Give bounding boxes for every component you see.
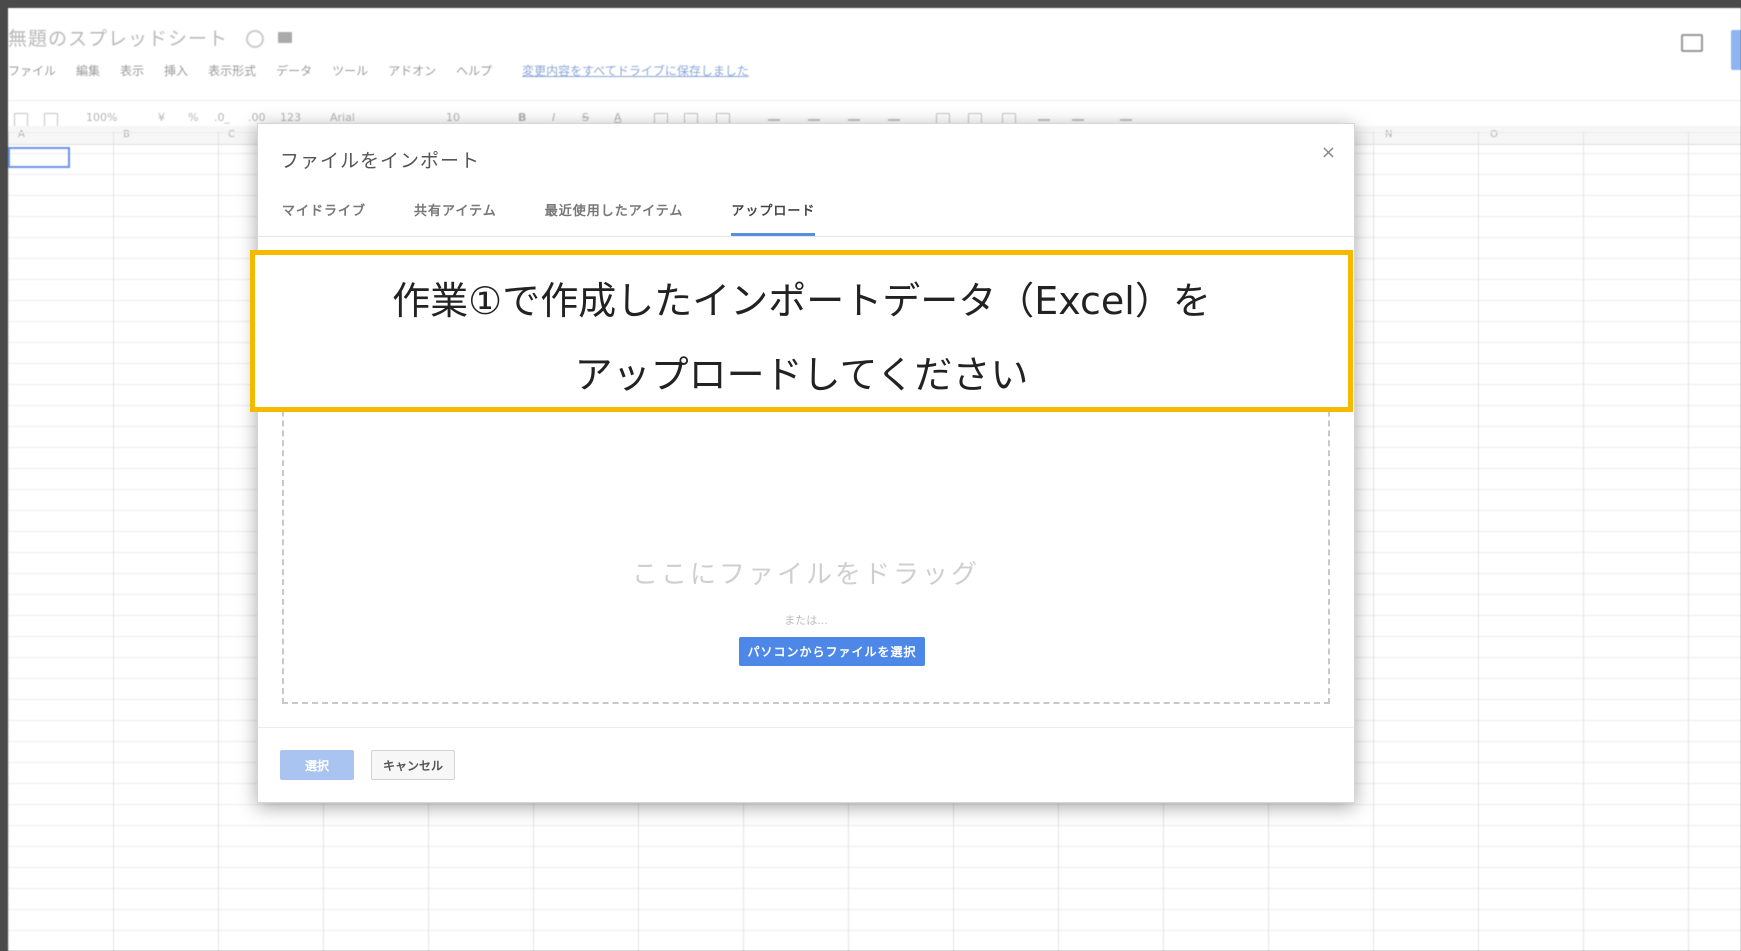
input-tools-icon[interactable] [1120, 119, 1132, 121]
text-rotation-icon[interactable] [888, 119, 900, 121]
menu-data[interactable]: データ [276, 62, 312, 82]
or-text: または... [784, 614, 828, 627]
folder-icon[interactable] [278, 32, 292, 43]
print-icon[interactable] [14, 113, 28, 127]
tab-my-drive[interactable]: マイドライブ [282, 200, 366, 236]
instruction-callout: 作業①で作成したインポートデータ（Excel）を アップロードしてください [250, 250, 1353, 412]
tab-divider [258, 236, 1354, 237]
dialog-title: ファイルをインポート [280, 150, 481, 172]
menu-insert[interactable]: 挿入 [164, 62, 188, 82]
menu-addons[interactable]: アドオン [388, 62, 436, 82]
text-wrap-icon[interactable] [848, 119, 860, 121]
menu-view[interactable]: 表示 [120, 62, 144, 82]
currency-button[interactable]: ¥ [158, 111, 165, 124]
select-from-computer-button[interactable]: パソコンからファイルを選択 [739, 637, 925, 666]
tab-recent[interactable]: 最近使用したアイテム [545, 200, 684, 236]
menu-bar: ファイル 編集 表示 挿入 表示形式 データ ツール アドオン ヘルプ 変更内容… [8, 62, 749, 82]
paint-format-icon[interactable] [44, 113, 58, 127]
decrease-decimal-button[interactable]: .0_ [214, 111, 230, 124]
selected-cell[interactable] [8, 147, 70, 168]
functions-icon[interactable] [1072, 119, 1084, 121]
save-status-link[interactable]: 変更内容をすべてドライブに保存しました [522, 62, 749, 82]
select-button[interactable]: 選択 [280, 750, 354, 780]
align-horizontal-icon[interactable] [768, 119, 780, 121]
callout-line-2: アップロードしてください [574, 353, 1029, 397]
document-title[interactable]: 無題のスプレッドシート [8, 24, 228, 51]
percent-button[interactable]: % [188, 111, 198, 124]
menu-help[interactable]: ヘルプ [456, 62, 492, 82]
import-file-dialog: ファイルをインポート × マイドライブ 共有アイテム 最近使用したアイテム アッ… [257, 123, 1355, 803]
close-icon[interactable]: × [1321, 142, 1336, 163]
star-icon[interactable] [246, 30, 264, 48]
cancel-button[interactable]: キャンセル [371, 750, 455, 780]
dialog-tabs: マイドライブ 共有アイテム 最近使用したアイテム アップロード [282, 200, 863, 236]
share-button[interactable] [1731, 30, 1741, 70]
menu-tools[interactable]: ツール [332, 62, 368, 82]
zoom-select[interactable]: 100% [86, 111, 117, 124]
footer-divider [258, 727, 1354, 728]
align-vertical-icon[interactable] [808, 119, 820, 121]
menu-file[interactable]: ファイル [8, 62, 56, 82]
filter-icon[interactable] [1038, 119, 1050, 121]
tab-upload[interactable]: アップロード [731, 200, 816, 236]
tab-shared[interactable]: 共有アイテム [414, 200, 497, 236]
callout-line-1: 作業①で作成したインポートデータ（Excel）を [392, 279, 1211, 323]
menu-edit[interactable]: 編集 [76, 62, 100, 82]
drop-text: ここにファイルをドラッグ [631, 560, 980, 590]
comments-icon[interactable] [1681, 34, 1703, 52]
menu-format[interactable]: 表示形式 [208, 62, 256, 82]
